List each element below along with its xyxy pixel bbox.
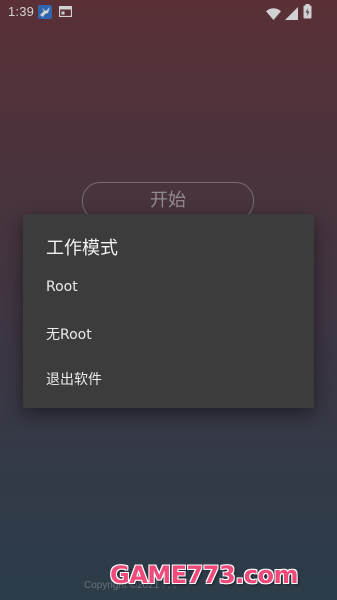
dialog-title: 工作模式 bbox=[46, 238, 118, 259]
work-mode-dialog: 工作模式 Root 无Root 退出软件 bbox=[23, 214, 314, 408]
option-root[interactable]: Root bbox=[23, 266, 314, 310]
option-exit-app[interactable]: 退出软件 bbox=[23, 356, 314, 400]
option-root-label: Root bbox=[46, 279, 78, 295]
watermark-logo: GAME773.com bbox=[110, 561, 299, 589]
option-exit-app-label: 退出软件 bbox=[46, 372, 102, 388]
option-no-root-label: 无Root bbox=[46, 327, 92, 343]
option-no-root[interactable]: 无Root bbox=[23, 311, 314, 355]
app-screen: 1:39 开始 Copyright ©2021 . . . 工作模式 Root … bbox=[0, 0, 337, 600]
